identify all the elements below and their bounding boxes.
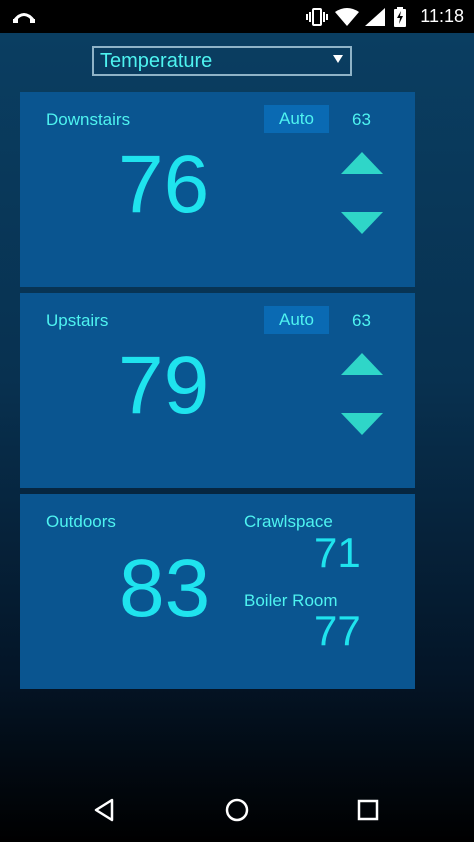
back-icon[interactable] <box>65 778 145 842</box>
mode-button[interactable]: Auto <box>264 306 329 334</box>
dropdown-selected-value: Temperature <box>100 49 213 72</box>
status-bar: 11:18 <box>0 0 474 33</box>
crawlspace-temperature: 71 <box>314 529 361 576</box>
zone-panel-upstairs: Upstairs Auto 63 79 <box>20 293 415 488</box>
mode-button[interactable]: Auto <box>264 105 329 133</box>
setpoint-value: 63 <box>352 311 371 330</box>
home-icon[interactable] <box>197 778 277 842</box>
zone-name: Upstairs <box>46 311 109 330</box>
outdoors-panel: Outdoors 83 Crawlspace 71 Boiler Room 77 <box>20 494 415 689</box>
wifi-icon <box>334 0 360 33</box>
boiler-room-temperature: 77 <box>314 607 361 654</box>
decrease-arrow-icon[interactable] <box>341 413 383 435</box>
current-temperature: 76 <box>118 139 210 230</box>
setpoint-value: 63 <box>352 110 371 129</box>
vibrate-icon <box>305 0 329 33</box>
navigation-bar <box>0 778 474 842</box>
zone-name: Downstairs <box>46 110 131 129</box>
increase-arrow-icon[interactable] <box>341 353 383 375</box>
status-time: 11:18 <box>420 6 464 26</box>
zone-panel-downstairs: Downstairs Auto 63 76 <box>20 92 415 287</box>
decrease-arrow-icon[interactable] <box>341 212 383 234</box>
signal-icon <box>364 0 386 33</box>
missed-call-icon <box>10 0 38 33</box>
outdoors-temperature: 83 <box>119 543 211 634</box>
dropdown-arrow-icon <box>333 55 343 63</box>
battery-charging-icon <box>392 0 408 33</box>
recents-icon[interactable] <box>328 778 408 842</box>
metric-dropdown[interactable]: Temperature <box>92 46 352 76</box>
increase-arrow-icon[interactable] <box>341 152 383 174</box>
outdoors-label: Outdoors <box>46 512 116 531</box>
current-temperature: 79 <box>118 340 210 431</box>
